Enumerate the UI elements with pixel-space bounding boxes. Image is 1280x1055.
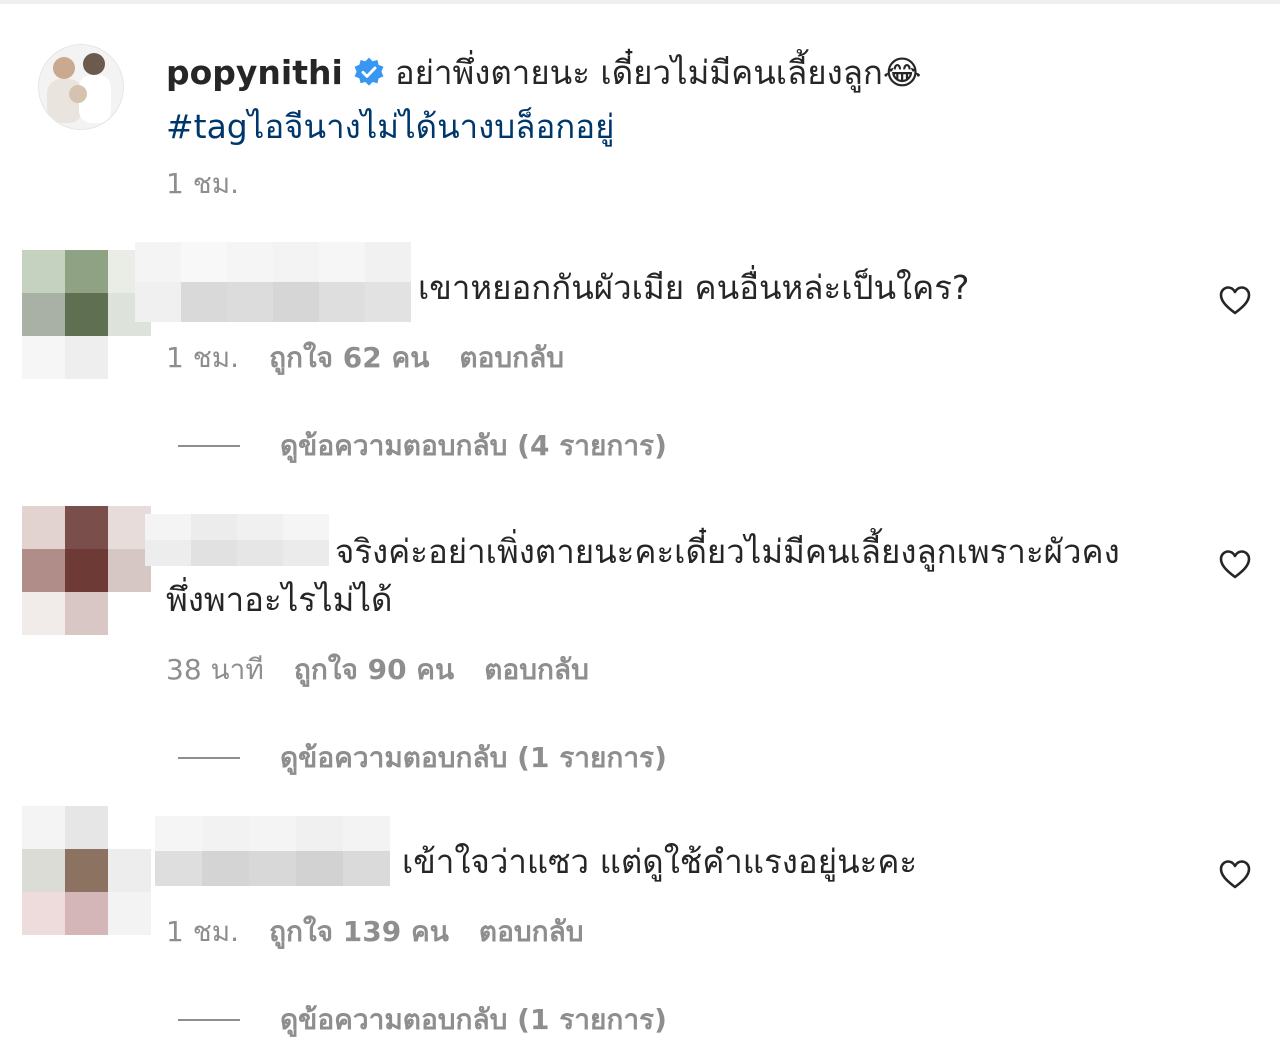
reply-button[interactable]: ตอบกลับ (479, 915, 584, 948)
comment-time: 1 ชม. (166, 341, 240, 374)
reply-button[interactable]: ตอบกลับ (459, 341, 564, 374)
caption-avatar[interactable] (38, 44, 124, 130)
verified-badge-icon (354, 57, 384, 86)
comment-likes[interactable]: ถูกใจ 139 คน (269, 915, 449, 948)
comment-time: 38 นาที (166, 653, 264, 686)
heart-icon[interactable] (1218, 858, 1252, 890)
replies-divider (178, 1019, 240, 1021)
comment-avatar[interactable] (22, 250, 152, 380)
comment-avatar[interactable] (22, 506, 152, 636)
reply-button[interactable]: ตอบกลับ (484, 653, 589, 686)
view-replies-label: ดูข้อความตอบกลับ (1 รายการ) (280, 741, 667, 774)
comment-username-blurred[interactable] (135, 242, 411, 322)
replies-divider (178, 757, 240, 759)
comment-meta: 1 ชม. ถูกใจ 139 คน ตอบกลับ (166, 910, 614, 954)
heart-icon[interactable] (1218, 548, 1252, 580)
comment-meta: 1 ชม. ถูกใจ 62 คน ตอบกลับ (166, 336, 594, 380)
comment-text: เขาหยอกกันผัวเมีย คนอื่นหล่ะเป็นใคร? (418, 268, 970, 307)
comment-username-blurred[interactable] (145, 514, 331, 566)
caption-time: 1 ชม. (166, 167, 240, 200)
caption-line: popynithi อย่าพึ่งตายนะ เดี๋ยวไม่มีคนเลี… (166, 48, 921, 96)
comment-text: เข้าใจว่าแซว แต่ดูใช้คำแรงอยู่นะคะ (402, 842, 918, 881)
comment-likes[interactable]: ถูกใจ 62 คน (269, 341, 429, 374)
comment-text-line1: จริงค่ะอย่าเพิ่งตายนะคะเดี๋ยวไม่มีคนเลี้… (335, 532, 1120, 571)
view-replies-button[interactable]: ดูข้อความตอบกลับ (4 รายการ) (178, 424, 667, 468)
caption-text: อย่าพึ่งตายนะ เดี๋ยวไม่มีคนเลี้ยงลูก😂 (394, 52, 922, 92)
comment-time: 1 ชม. (166, 915, 240, 948)
top-divider (0, 0, 1280, 4)
replies-divider (178, 445, 240, 447)
comment-username-blurred[interactable] (155, 816, 391, 886)
view-replies-button[interactable]: ดูข้อความตอบกลับ (1 รายการ) (178, 736, 667, 780)
view-replies-label: ดูข้อความตอบกลับ (4 รายการ) (280, 429, 667, 462)
caption-hashtag[interactable]: #tagไอจีนางไม่ได้นางบล็อกอยู่ (166, 100, 614, 153)
comment-likes[interactable]: ถูกใจ 90 คน (294, 653, 454, 686)
comment-avatar[interactable] (22, 806, 152, 936)
heart-icon[interactable] (1218, 284, 1252, 316)
view-replies-label: ดูข้อความตอบกลับ (1 รายการ) (280, 1003, 667, 1036)
view-replies-button[interactable]: ดูข้อความตอบกลับ (1 รายการ) (178, 998, 667, 1042)
caption-meta: 1 ชม. (166, 162, 269, 206)
comment-text-line2: พึ่งพาอะไรไม่ได้ (166, 580, 393, 619)
comment-meta: 38 นาที ถูกใจ 90 คน ตอบกลับ (166, 648, 619, 692)
caption-username[interactable]: popynithi (166, 53, 343, 92)
